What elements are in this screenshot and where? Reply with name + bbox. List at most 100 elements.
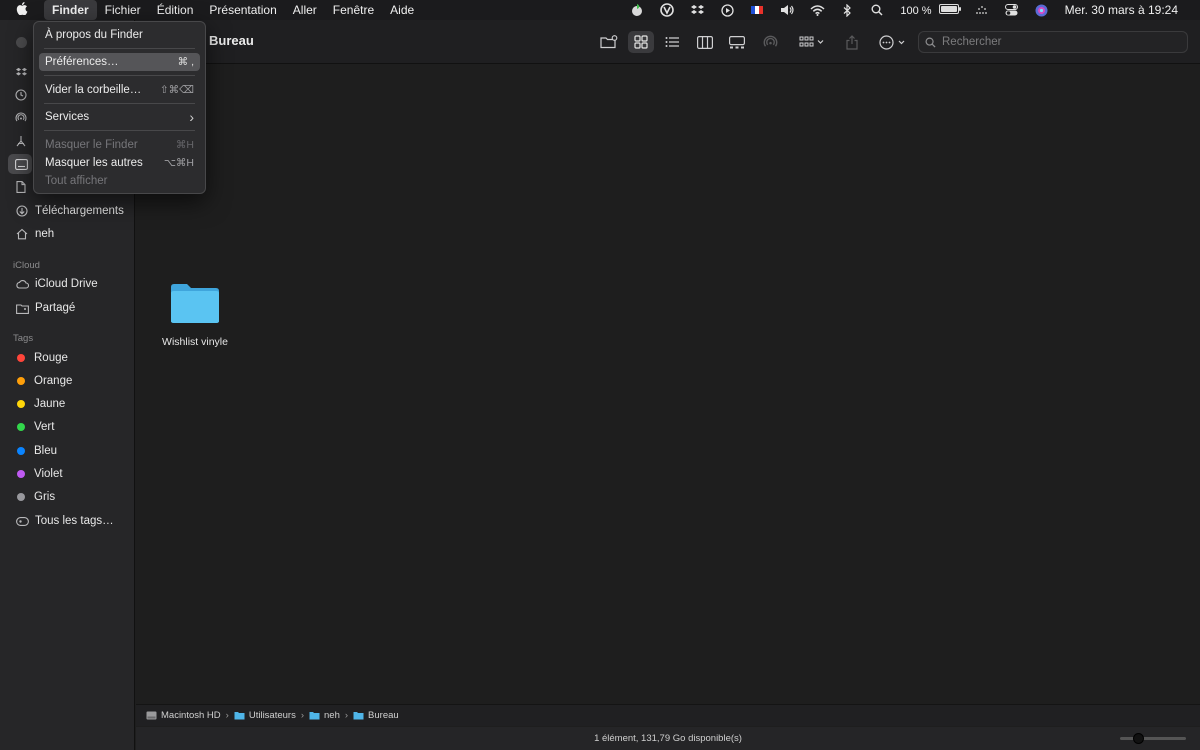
bluetooth-menu[interactable]: [832, 0, 862, 20]
menu-aller[interactable]: Aller: [285, 0, 325, 20]
play-circle-icon: [721, 3, 734, 17]
document-icon: [16, 181, 26, 193]
gallery-view-button[interactable]: [724, 31, 750, 53]
menu-item-label: Services: [45, 111, 90, 123]
gallery-icon: [729, 35, 745, 48]
sidebar-item-all-tags[interactable]: Tous les tags…: [0, 510, 135, 532]
sidebar-tag-violet[interactable]: Violet: [0, 463, 135, 485]
more-actions-button[interactable]: [874, 31, 912, 53]
menu-finder[interactable]: Finder: [44, 0, 97, 20]
sidebar-tag-vert[interactable]: Vert: [0, 416, 135, 438]
tags-outline-icon: [15, 514, 29, 528]
volume-menu[interactable]: [772, 0, 802, 20]
ellipsis-circle-icon: [879, 34, 905, 50]
finder-toolbar: Bureau: [136, 20, 1200, 64]
sidebar-item-desktop[interactable]: [14, 157, 28, 171]
weather-menu[interactable]: [967, 0, 997, 20]
menu-item-label: Préférences…: [45, 56, 119, 68]
sidebar-item-dropbox[interactable]: [14, 65, 28, 79]
wifi-menu[interactable]: [802, 0, 832, 20]
siri-menu[interactable]: [1027, 0, 1057, 20]
path-crumb-utilisateurs[interactable]: Utilisateurs: [234, 710, 296, 721]
menu-item-hide-finder: Masquer le Finder ⌘H: [39, 136, 200, 154]
icon-size-slider[interactable]: [1120, 733, 1186, 744]
sidebar-tag-bleu[interactable]: Bleu: [0, 440, 135, 462]
sidebar-tag-orange[interactable]: Orange: [0, 370, 135, 392]
status-leaf-app[interactable]: [622, 0, 652, 20]
sidebar-item-home[interactable]: neh: [0, 223, 135, 245]
list-view-button[interactable]: [659, 31, 685, 53]
menu-aide[interactable]: Aide: [382, 0, 422, 20]
window-close-button[interactable]: [16, 37, 27, 48]
download-circle-icon: [15, 204, 29, 218]
window-title: Bureau: [209, 33, 254, 48]
sidebar-item-airdrop[interactable]: [14, 111, 28, 125]
sidebar-item-label: Téléchargements: [35, 205, 124, 217]
menu-item-hide-others[interactable]: Masquer les autres ⌥⌘H: [39, 154, 200, 172]
path-crumb-neh[interactable]: neh: [309, 710, 340, 721]
menu-item-shortcut: ⌘ ,: [177, 56, 194, 68]
menu-separator: [44, 130, 195, 131]
sidebar-section-icloud: iCloud: [13, 260, 40, 271]
leaf-icon: [632, 4, 643, 16]
sidebar-item-label: Vert: [34, 421, 55, 433]
battery-percentage: 100 %: [900, 4, 932, 17]
slider-knob[interactable]: [1133, 733, 1144, 744]
menu-presentation[interactable]: Présentation: [201, 0, 284, 20]
menu-item-label: Tout afficher: [45, 175, 108, 187]
cloud-icon: [15, 277, 29, 291]
chevron-right-icon: ›: [189, 109, 194, 125]
folder-icon: [309, 711, 320, 720]
spotlight-menu[interactable]: [862, 0, 892, 20]
sidebar-item-icloud-drive[interactable]: iCloud Drive: [0, 273, 135, 295]
path-crumb-macintosh-hd[interactable]: Macintosh HD: [146, 710, 221, 721]
desktop-folder-content: Wishlist vinyle: [136, 65, 1200, 705]
column-view-button[interactable]: [692, 31, 718, 53]
search-input[interactable]: [942, 36, 1172, 48]
menu-fichier[interactable]: Fichier: [97, 0, 149, 20]
apple-menu[interactable]: [0, 2, 44, 18]
sidebar-item-recents[interactable]: [14, 88, 28, 102]
sidebar-item-shared[interactable]: Partagé: [0, 297, 135, 319]
search-icon: [871, 4, 883, 16]
status-play-app[interactable]: [712, 0, 742, 20]
menu-item-show-all: Tout afficher: [39, 172, 200, 190]
file-item-wishlist-vinyle[interactable]: Wishlist vinyle: [156, 281, 234, 348]
airdrop-button[interactable]: [758, 31, 782, 53]
tag-color-dot: [17, 423, 25, 431]
menu-item-services[interactable]: Services ›: [39, 108, 200, 126]
status-vpn-app[interactable]: [652, 0, 682, 20]
sidebar-tag-gris[interactable]: Gris: [0, 486, 135, 508]
airdrop-icon: [763, 35, 777, 47]
sidebar-item-downloads[interactable]: Téléchargements: [0, 200, 135, 222]
sidebar-tag-jaune[interactable]: Jaune: [0, 393, 135, 415]
share-button[interactable]: [840, 31, 864, 53]
folder-icon: [171, 284, 219, 323]
menu-separator: [44, 103, 195, 104]
toggles-icon: [1005, 4, 1019, 16]
control-center-menu[interactable]: [997, 0, 1027, 20]
sidebar-item-documents[interactable]: [14, 180, 28, 194]
menu-edition[interactable]: Édition: [149, 0, 202, 20]
input-source-flag[interactable]: [742, 0, 772, 20]
menu-item-shortcut: ⌥⌘H: [163, 157, 194, 169]
status-dropbox-app[interactable]: [682, 0, 712, 20]
path-crumb-bureau[interactable]: Bureau: [353, 710, 399, 721]
new-folder-button[interactable]: [596, 31, 622, 53]
sidebar-item-applications[interactable]: [14, 134, 28, 148]
status-menus: 100 % Mer. 30 mars à 19:24: [622, 0, 1200, 20]
sidebar-section-tags: Tags: [13, 333, 34, 344]
menu-item-preferences[interactable]: Préférences… ⌘ ,: [39, 53, 200, 71]
menu-item-empty-trash[interactable]: Vider la corbeille… ⇧⌘⌫: [39, 81, 200, 99]
menu-separator: [44, 48, 195, 49]
icon-view-button[interactable]: [628, 31, 654, 53]
apple-icon: [16, 2, 28, 16]
menu-item-about-finder[interactable]: À propos du Finder: [39, 26, 200, 44]
battery-menu[interactable]: 100 %: [892, 3, 966, 17]
clock[interactable]: Mer. 30 mars à 19:24: [1057, 3, 1186, 17]
menu-fenetre[interactable]: Fenêtre: [325, 0, 382, 20]
sidebar-tag-rouge[interactable]: Rouge: [0, 347, 135, 369]
group-by-button[interactable]: [792, 31, 832, 53]
grid-icon: [634, 35, 648, 49]
search-field[interactable]: [918, 31, 1188, 53]
